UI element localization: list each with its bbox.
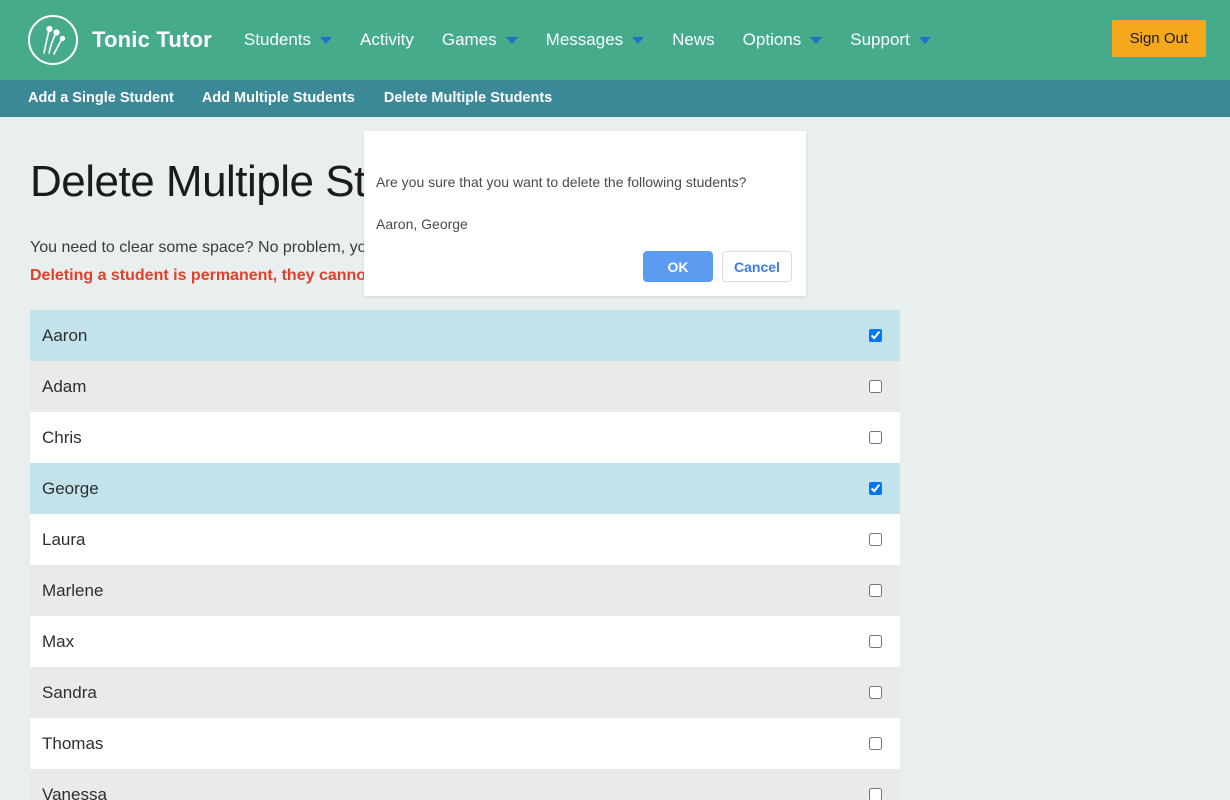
student-list: Aaron Adam Chris George Laura Marlene Max Sandr… xyxy=(30,310,900,800)
student-name: Marlene xyxy=(42,580,104,600)
student-select-checkbox[interactable] xyxy=(869,380,882,394)
chevron-down-icon xyxy=(505,36,518,44)
nav-item-label: Students xyxy=(243,30,312,49)
student-name: Vanessa xyxy=(42,784,107,800)
student-name: Thomas xyxy=(42,733,104,753)
nav-item-options[interactable]: Options xyxy=(729,0,837,80)
nav-item-label: Messages xyxy=(545,30,624,49)
student-row[interactable]: Chris xyxy=(30,412,900,464)
student-row[interactable]: Sandra xyxy=(30,667,900,719)
dialog-question-text: Are you sure that you want to delete the… xyxy=(376,174,747,190)
student-row[interactable]: George xyxy=(30,463,900,515)
main-nav-items: Students Activity Games Messages News Op… xyxy=(230,0,945,80)
student-row[interactable]: Vanessa xyxy=(30,769,900,800)
chevron-down-icon xyxy=(810,36,823,44)
dialog-ok-button[interactable]: OK xyxy=(643,251,713,282)
student-select-checkbox[interactable] xyxy=(869,533,882,547)
student-row[interactable]: Laura xyxy=(30,514,900,566)
student-select-checkbox[interactable] xyxy=(869,482,882,496)
student-name: George xyxy=(42,478,99,498)
student-select-checkbox[interactable] xyxy=(869,788,882,800)
subnav-item-add-single-student[interactable]: Add a Single Student xyxy=(28,80,202,117)
nav-item-news[interactable]: News xyxy=(658,0,729,80)
subnav-item-add-multiple-students[interactable]: Add Multiple Students xyxy=(202,80,384,117)
nav-item-label: Activity xyxy=(360,30,414,49)
student-row[interactable]: Max xyxy=(30,616,900,668)
chevron-down-icon xyxy=(632,36,645,44)
nav-item-messages[interactable]: Messages xyxy=(532,0,658,80)
student-select-checkbox[interactable] xyxy=(869,737,882,751)
delete-confirmation-dialog: Are you sure that you want to delete the… xyxy=(364,131,806,296)
nav-item-games[interactable]: Games xyxy=(428,0,532,80)
student-select-checkbox[interactable] xyxy=(869,686,882,700)
student-name: Aaron xyxy=(42,325,88,345)
student-row[interactable]: Marlene xyxy=(30,565,900,617)
student-name: Sandra xyxy=(42,682,97,702)
student-name: Adam xyxy=(42,376,87,396)
chevron-down-icon xyxy=(320,36,333,44)
tonic-tutor-logo-icon xyxy=(28,15,78,65)
student-name: Max xyxy=(42,631,75,651)
dialog-cancel-button[interactable]: Cancel xyxy=(722,251,792,282)
student-select-checkbox[interactable] xyxy=(869,431,882,445)
student-select-checkbox[interactable] xyxy=(869,329,882,343)
subnav-item-delete-multiple-students[interactable]: Delete Multiple Students xyxy=(384,80,568,117)
sign-out-button[interactable]: Sign Out xyxy=(1111,20,1206,57)
chevron-down-icon xyxy=(918,36,931,44)
nav-item-label: Games xyxy=(441,30,497,49)
student-select-checkbox[interactable] xyxy=(869,635,882,649)
student-name: Chris xyxy=(42,427,82,447)
top-navigation-bar: Tonic Tutor Students Activity Games Mess… xyxy=(0,0,1230,80)
nav-item-label: News xyxy=(672,30,715,49)
sub-navigation-bar: Add a Single Student Add Multiple Studen… xyxy=(0,80,1230,117)
nav-item-label: Support xyxy=(850,30,910,49)
student-select-checkbox[interactable] xyxy=(869,584,882,598)
nav-item-students[interactable]: Students xyxy=(230,0,346,80)
student-name: Laura xyxy=(42,529,86,549)
brand-name: Tonic Tutor xyxy=(92,27,212,52)
student-row[interactable]: Adam xyxy=(30,361,900,413)
dialog-student-names: Aaron, George xyxy=(376,216,468,232)
dialog-actions: OK Cancel xyxy=(643,251,792,282)
student-row[interactable]: Aaron xyxy=(30,310,900,362)
nav-item-activity[interactable]: Activity xyxy=(346,0,428,80)
nav-item-label: Options xyxy=(742,30,802,49)
student-row[interactable]: Thomas xyxy=(30,718,900,770)
brand[interactable]: Tonic Tutor xyxy=(28,15,212,65)
nav-item-support[interactable]: Support xyxy=(836,0,945,80)
